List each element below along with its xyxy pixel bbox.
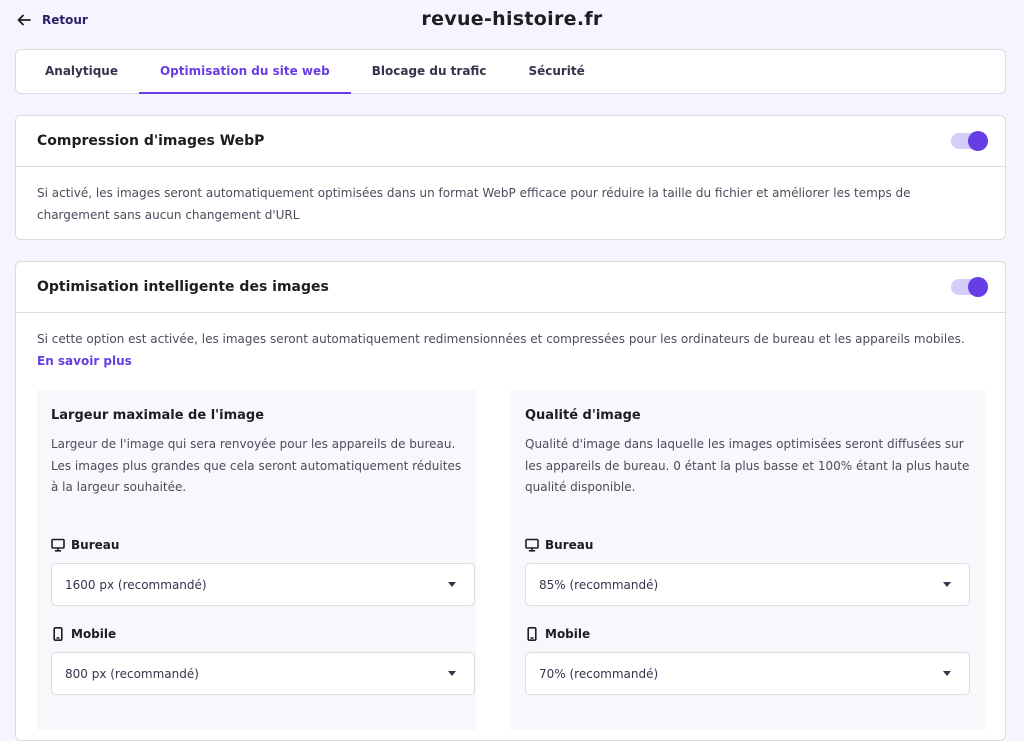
image-quality-panel: Qualité d'image Qualité d'image dans laq… — [511, 390, 985, 730]
chevron-down-icon — [943, 582, 951, 587]
desktop-quality-select[interactable]: 85% (recommandé) — [525, 563, 970, 606]
chevron-down-icon — [448, 582, 456, 587]
mobile-phone-icon — [527, 627, 537, 641]
top-bar: Retour revue-histoire.fr — [0, 0, 1024, 44]
webp-card-header: Compression d'images WebP — [16, 116, 1005, 167]
desktop-label-text: Bureau — [545, 538, 594, 552]
desktop-width-select[interactable]: 1600 px (recommandé) — [51, 563, 475, 606]
mobile-phone-icon — [53, 627, 63, 641]
max-width-title: Largeur maximale de l'image — [51, 408, 265, 423]
desktop-quality-value: 85% (recommandé) — [539, 577, 659, 592]
smart-card-header: Optimisation intelligente des images — [16, 262, 1005, 313]
desktop-label: Bureau — [525, 537, 971, 553]
monitor-icon — [525, 538, 539, 552]
desktop-label: Bureau — [51, 537, 462, 553]
max-width-description: Largeur de l'image qui sera renvoyée pou… — [51, 437, 462, 494]
webp-description: Si activé, les images seront automatique… — [37, 186, 911, 222]
smart-description: Si cette option est activée, les images … — [16, 313, 1005, 387]
max-width-panel: Largeur maximale de l'image Largeur de l… — [37, 390, 476, 730]
webp-compression-card: Compression d'images WebP Si activé, les… — [15, 115, 1006, 240]
chevron-down-icon — [943, 671, 951, 676]
webp-card-title: Compression d'images WebP — [37, 133, 265, 149]
webp-toggle[interactable] — [951, 131, 988, 151]
mobile-quality-select[interactable]: 70% (recommandé) — [525, 652, 970, 695]
tab-bar: Analytique Optimisation du site web Bloc… — [15, 49, 1006, 94]
toggle-knob — [968, 131, 988, 151]
monitor-icon — [51, 538, 65, 552]
tab-analytics[interactable]: Analytique — [24, 50, 139, 93]
desktop-label-text: Bureau — [71, 538, 120, 552]
mobile-width-select[interactable]: 800 px (recommandé) — [51, 652, 475, 695]
mobile-quality-value: 70% (recommandé) — [539, 666, 659, 681]
smart-toggle[interactable] — [951, 277, 988, 297]
smart-optimization-card: Optimisation intelligente des images Si … — [15, 261, 1006, 741]
tab-website-optimization[interactable]: Optimisation du site web — [138, 50, 351, 94]
mobile-label-text: Mobile — [71, 627, 117, 641]
smart-card-title: Optimisation intelligente des images — [37, 279, 329, 295]
desktop-width-value: 1600 px (recommandé) — [65, 577, 207, 592]
mobile-label: Mobile — [51, 626, 462, 642]
page-title: revue-histoire.fr — [421, 8, 603, 30]
tab-security[interactable]: Sécurité — [507, 50, 605, 93]
tab-traffic-blocking[interactable]: Blocage du trafic — [351, 50, 508, 93]
toggle-knob — [968, 277, 988, 297]
mobile-label-text: Mobile — [545, 627, 591, 641]
chevron-down-icon — [448, 671, 456, 676]
image-quality-description: Qualité d'image dans laquelle les images… — [525, 437, 970, 494]
mobile-label: Mobile — [525, 626, 971, 642]
learn-more-link[interactable]: En savoir plus — [37, 354, 132, 368]
mobile-width-value: 800 px (recommandé) — [65, 666, 199, 681]
smart-description-text: Si cette option est activée, les images … — [37, 332, 965, 346]
image-quality-title: Qualité d'image — [525, 408, 641, 423]
